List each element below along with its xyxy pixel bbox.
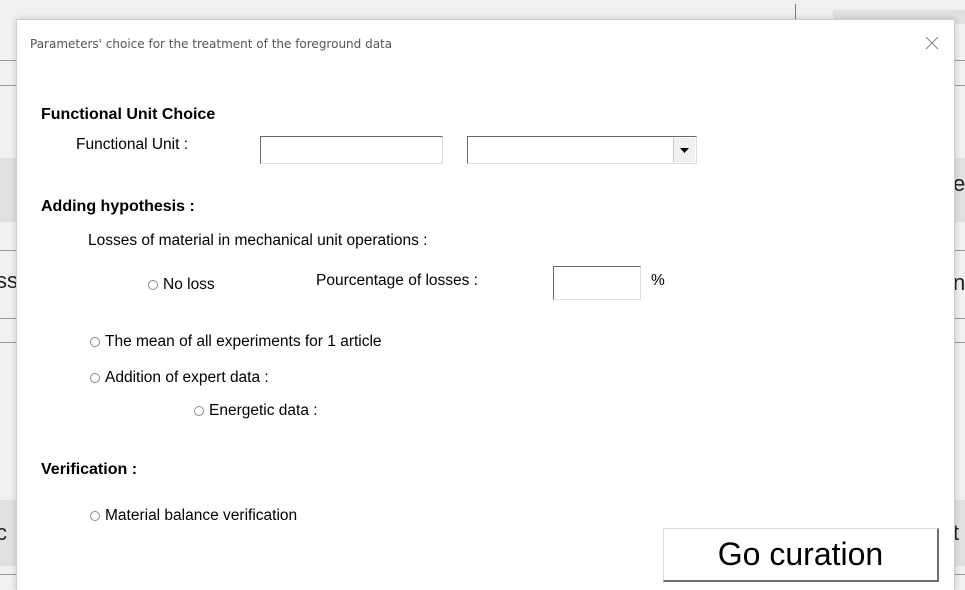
radio-button[interactable]: [90, 511, 100, 521]
background-line: [0, 574, 16, 575]
no-loss-label: No loss: [163, 276, 215, 293]
background-line: [0, 85, 16, 86]
parameters-dialog: Parameters' choice for the treatment of …: [16, 19, 955, 590]
functional-unit-input[interactable]: [260, 136, 443, 164]
percentage-losses-label: Pourcentage of losses :: [316, 272, 478, 289]
percent-sign: %: [651, 272, 665, 289]
go-curation-button[interactable]: Go curation: [663, 528, 939, 582]
percentage-losses-input[interactable]: [553, 266, 641, 300]
radio-button[interactable]: [90, 337, 100, 347]
losses-label: Losses of material in mechanical unit op…: [88, 232, 428, 249]
adding-hypothesis-heading: Adding hypothesis :: [41, 198, 195, 215]
no-loss-radio[interactable]: No loss: [148, 276, 215, 294]
material-balance-label: Material balance verification: [105, 507, 298, 524]
background-line: [0, 250, 16, 251]
energetic-data-label: Energetic data :: [209, 402, 318, 419]
expert-data-label: Addition of expert data :: [105, 369, 269, 386]
functional-unit-heading: Functional Unit Choice: [41, 106, 216, 123]
energetic-data-radio[interactable]: Energetic data :: [194, 402, 318, 420]
radio-button[interactable]: [194, 406, 204, 416]
close-button[interactable]: [921, 32, 943, 54]
functional-unit-combobox[interactable]: [467, 136, 697, 164]
material-balance-radio[interactable]: Material balance verification: [90, 507, 297, 525]
close-icon: [925, 36, 939, 50]
chevron-down-icon: [680, 147, 689, 153]
background-line: [0, 342, 16, 343]
background-text-fragment: c: [0, 520, 7, 545]
verification-heading: Verification :: [41, 461, 138, 478]
radio-button[interactable]: [90, 373, 100, 383]
mean-experiments-radio[interactable]: The mean of all experiments for 1 articl…: [90, 333, 382, 351]
background-divider: [795, 4, 796, 20]
dialog-title: Parameters' choice for the treatment of …: [30, 37, 393, 51]
background-line: [0, 60, 16, 61]
mean-experiments-label: The mean of all experiments for 1 articl…: [105, 333, 382, 350]
expert-data-radio[interactable]: Addition of expert data :: [90, 369, 269, 387]
combobox-dropdown-button[interactable]: [673, 138, 695, 162]
radio-button[interactable]: [148, 280, 158, 290]
functional-unit-label: Functional Unit :: [76, 136, 188, 153]
background-button-left: [0, 158, 16, 222]
background-line: [0, 318, 16, 319]
